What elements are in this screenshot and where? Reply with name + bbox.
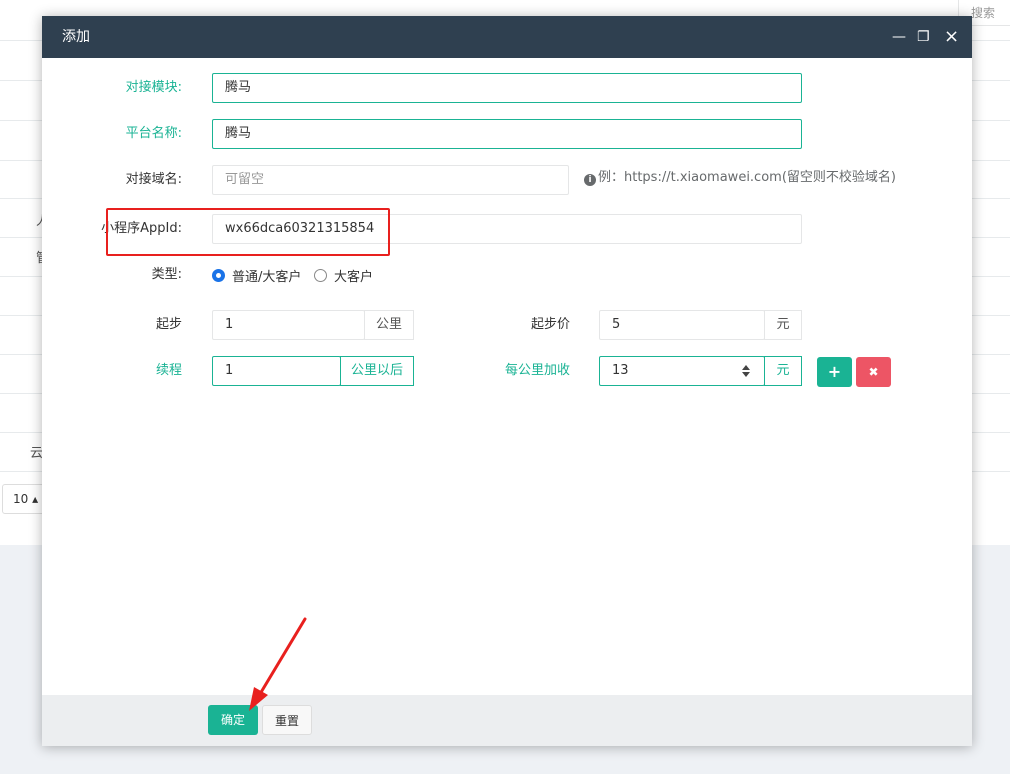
add-row-button[interactable]: + — [817, 357, 852, 387]
extra-distance-unit: 公里以后 — [340, 356, 414, 386]
radio-checked-icon — [212, 268, 225, 282]
platform-name-label: 平台名称: — [125, 126, 182, 141]
number-spinner-icon[interactable] — [742, 365, 750, 377]
maximize-icon[interactable]: ❐ — [917, 16, 930, 58]
start-distance-input[interactable]: 1 — [212, 310, 365, 340]
remove-row-button[interactable]: ✖ — [856, 357, 891, 387]
domain-placeholder: 可留空 — [225, 172, 265, 187]
module-input[interactable]: 腾马 — [212, 73, 802, 103]
start-price-input[interactable]: 5 — [599, 310, 765, 340]
extra-distance-input[interactable]: 1 — [212, 356, 341, 386]
dialog-header: 添加 — ❐ × — [42, 16, 972, 58]
type-option-label: 大客户 — [334, 269, 374, 285]
start-distance-label: 起步 — [155, 317, 182, 332]
dialog-footer: 确定 重置 — [42, 695, 972, 746]
start-price-unit: 元 — [764, 310, 802, 340]
minimize-icon[interactable]: — — [892, 16, 906, 58]
annotation-highlight-box — [106, 208, 390, 256]
extra-distance-label: 续程 — [155, 363, 182, 378]
per-km-add-label: 每公里加收 — [504, 363, 570, 378]
start-distance-unit: 公里 — [364, 310, 414, 340]
domain-hint-text: 例：https://t.xiaomawei.com(留空则不校验域名) — [598, 170, 896, 185]
reset-button[interactable]: 重置 — [262, 705, 312, 735]
type-label: 类型: — [151, 267, 182, 282]
domain-hint: i 例：https://t.xiaomawei.com(留空则不校验域名) — [584, 163, 896, 193]
module-label: 对接模块: — [125, 80, 182, 95]
per-km-add-value: 13 — [612, 363, 629, 378]
radio-unchecked-icon — [314, 268, 327, 282]
per-km-add-input[interactable]: 13 — [599, 356, 765, 386]
confirm-button[interactable]: 确定 — [208, 705, 258, 735]
dialog-title: 添加 — [62, 29, 90, 45]
platform-name-input[interactable]: 腾马 — [212, 119, 802, 149]
close-icon[interactable]: × — [944, 16, 959, 58]
add-dialog: 添加 — ❐ × 对接模块: 腾马 平台名称: 腾马 对接域名: 可留空 i 例：… — [42, 16, 972, 746]
type-option-normal[interactable]: 普通/大客户 — [212, 265, 301, 285]
page-size-select[interactable]: 10 ▴ — [2, 484, 46, 514]
type-option-label: 普通/大客户 — [232, 269, 302, 285]
info-icon: i — [584, 174, 596, 186]
start-price-label: 起步价 — [530, 317, 570, 332]
domain-label: 对接域名: — [125, 172, 182, 187]
per-km-add-unit: 元 — [764, 356, 802, 386]
domain-input[interactable]: 可留空 — [212, 165, 569, 195]
type-option-vip[interactable]: 大客户 — [314, 265, 373, 285]
